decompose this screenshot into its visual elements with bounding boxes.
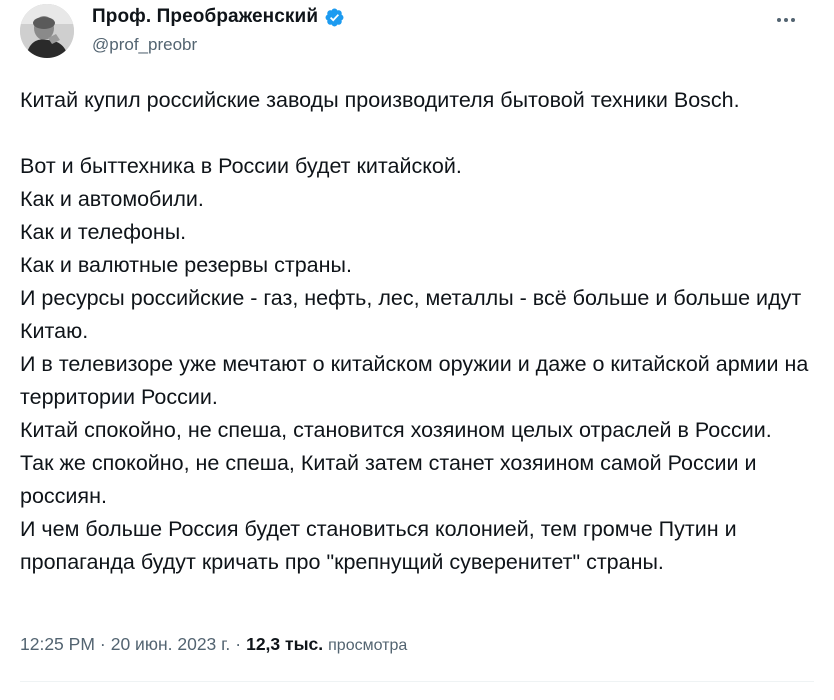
tweet-text-line: Китай спокойно, не спеша, становится хоз… [20, 418, 772, 442]
tweet-text-line: Так же спокойно, не спеша, Китай затем с… [20, 451, 757, 508]
tweet-text-line: Как и валютные резервы страны. [20, 253, 352, 277]
avatar[interactable] [20, 4, 74, 58]
tweet-card: Проф. Преображенский @prof_preobr Китай … [0, 0, 834, 700]
tweet-text-line: Как и телефоны. [20, 220, 187, 244]
tweet-text: Китай купил российские заводы производит… [20, 84, 810, 579]
tweet-time[interactable]: 12:25 PM [20, 634, 95, 655]
meta-separator: · [235, 634, 242, 654]
avatar-image [20, 4, 74, 58]
author-handle[interactable]: @prof_preobr [92, 35, 197, 55]
tweet-text-line: Китай купил российские заводы производит… [20, 88, 740, 112]
tweet-text-line: И чем больше Россия будет становиться ко… [20, 517, 737, 574]
views-count: 12,3 тыс. [246, 634, 324, 654]
tweet-text-line: И ресурсы российские - газ, нефть, лес, … [20, 286, 802, 343]
tweet-text-line: Вот и быттехника в России будет китайско… [20, 154, 462, 178]
views-label: просмотра [328, 637, 408, 654]
divider [20, 681, 814, 682]
tweet-text-line: Как и автомобили. [20, 187, 204, 211]
more-horizontal-icon[interactable] [774, 8, 798, 32]
author-display-name[interactable]: Проф. Преображенский [92, 6, 318, 28]
meta-separator: · [99, 634, 106, 654]
verified-badge-icon [324, 7, 345, 28]
author-name-row: Проф. Преображенский [92, 6, 345, 28]
tweet-meta: 12:25 PM · 20 июн. 2023 г. · 12,3 тыс. п… [20, 634, 407, 655]
tweet-text-line: И в телевизоре уже мечтают о китайском о… [20, 352, 809, 409]
tweet-date[interactable]: 20 июн. 2023 г. [111, 634, 231, 655]
